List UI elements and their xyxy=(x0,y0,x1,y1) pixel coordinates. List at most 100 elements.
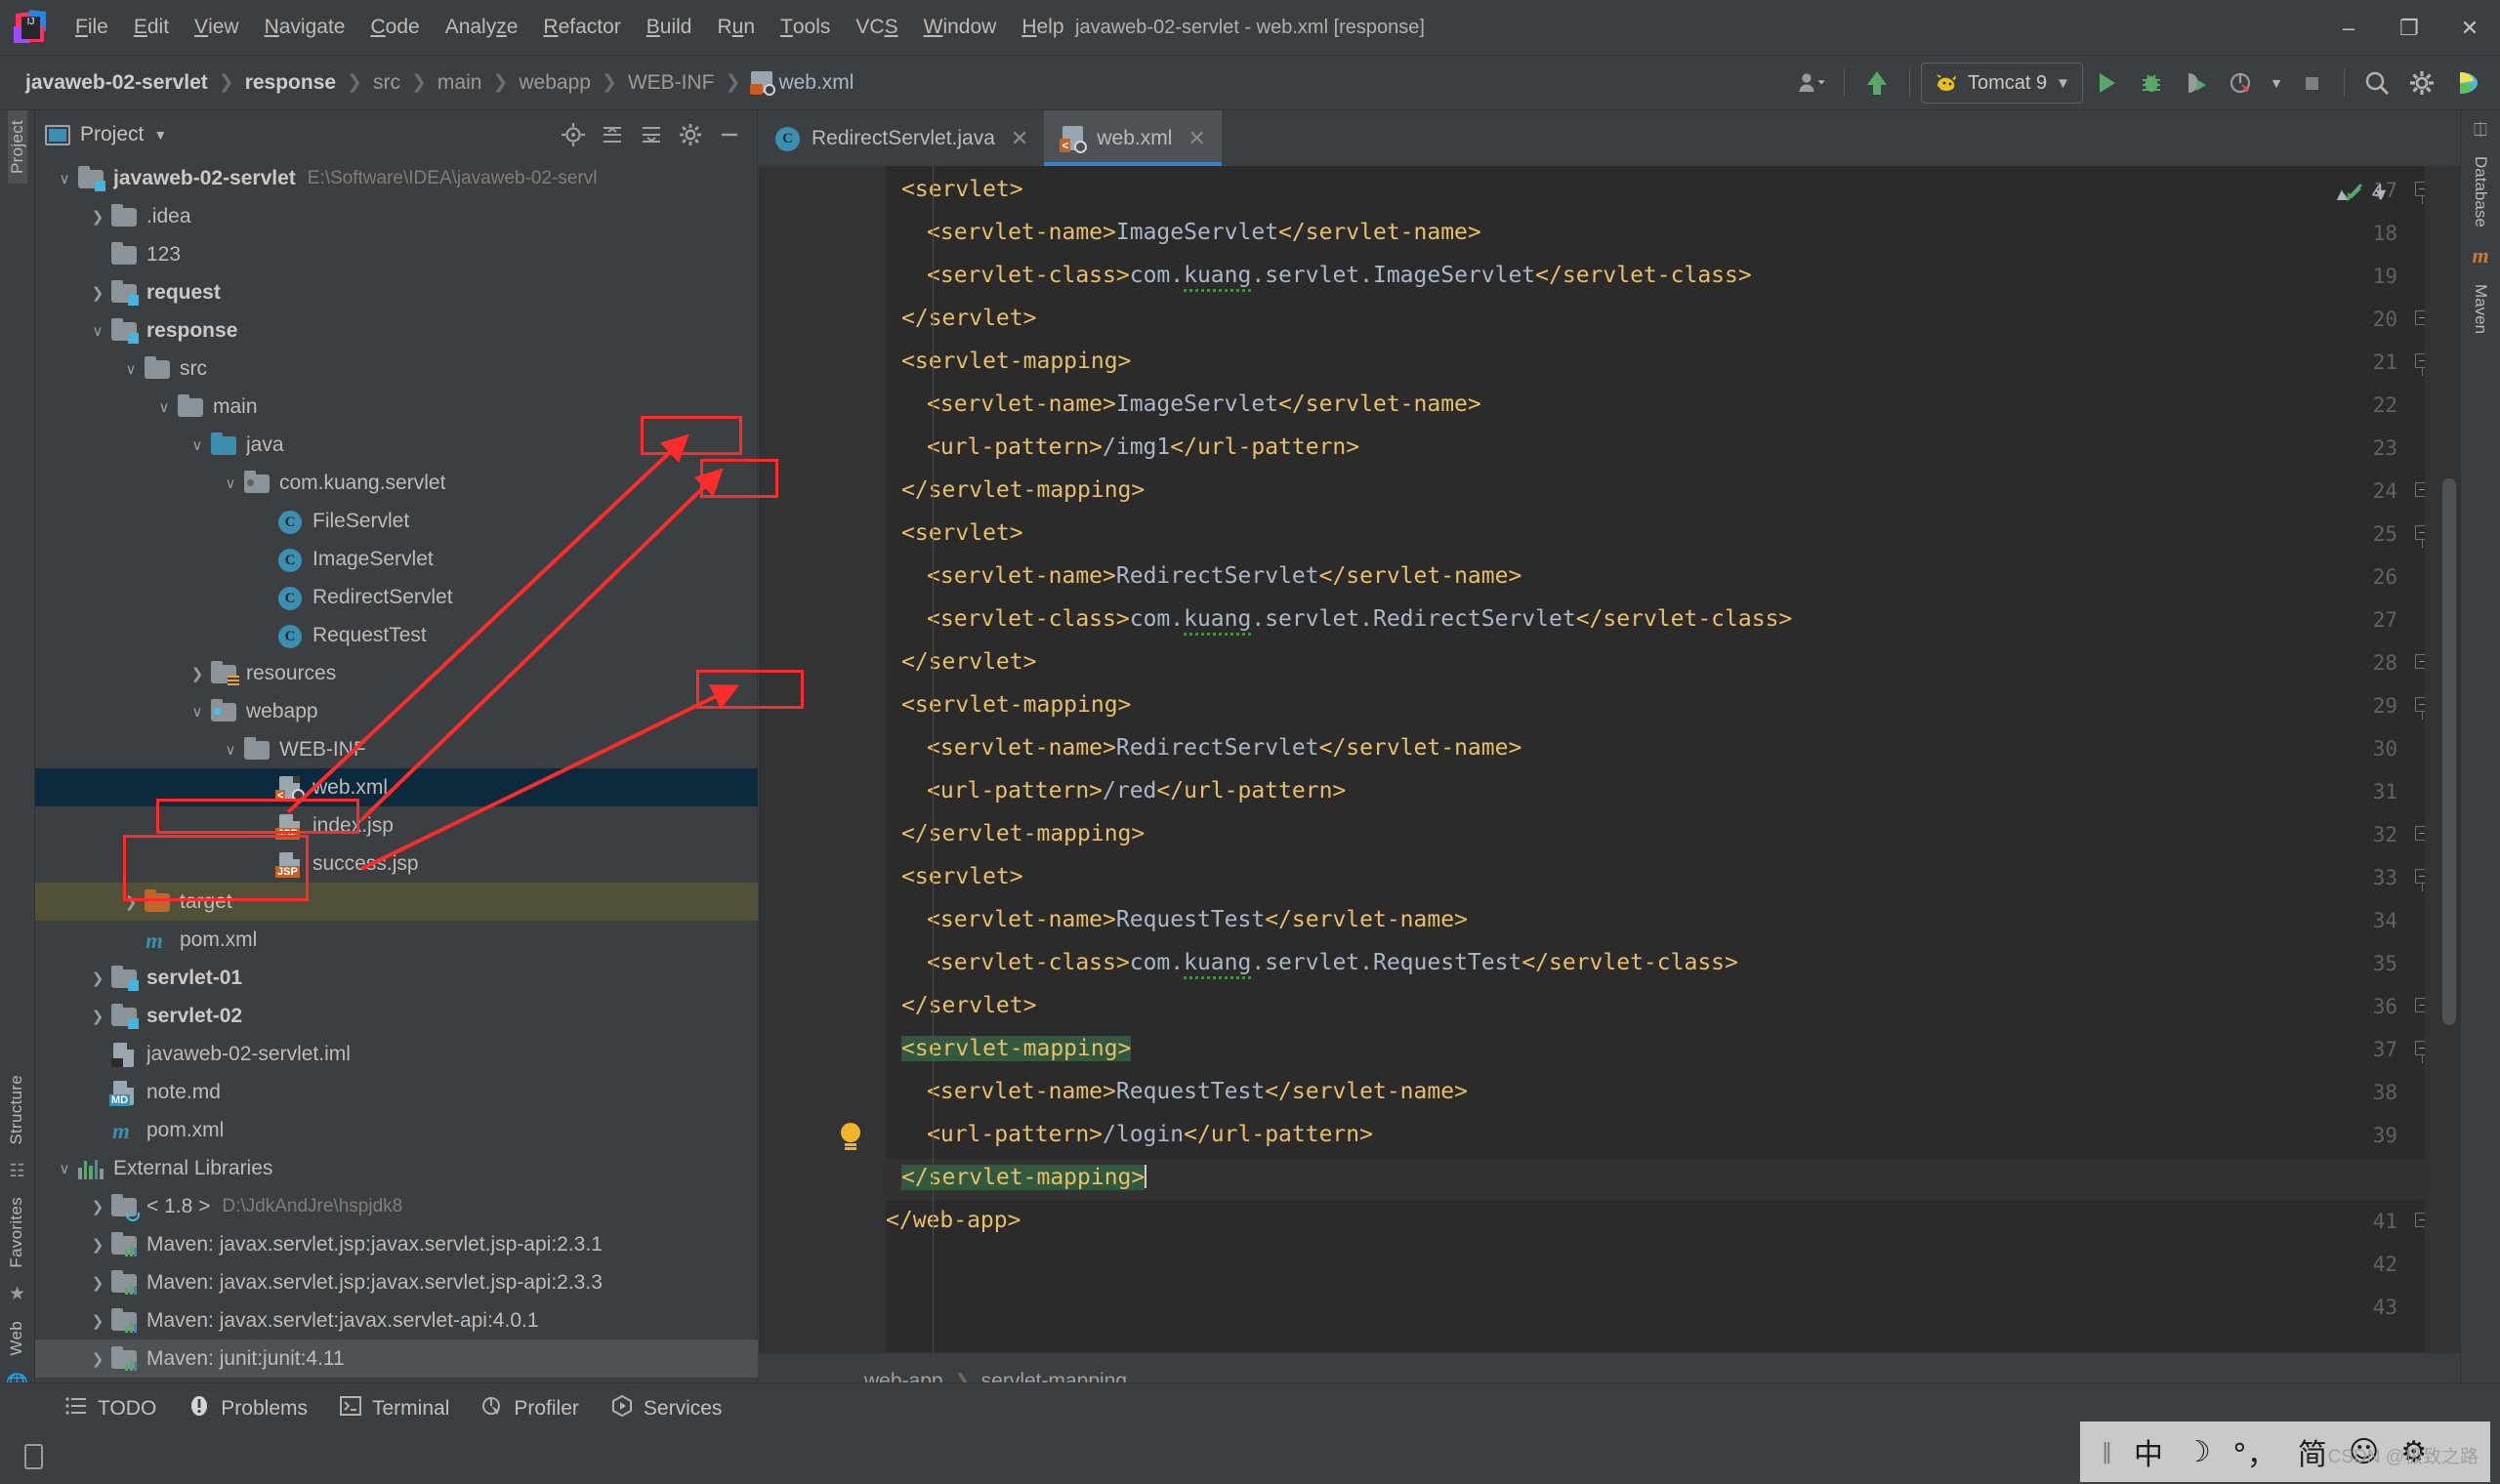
tree-node-success.jsp[interactable]: JSP success.jsp xyxy=(35,845,758,883)
tree-node-maven--javax.servlet.jsp-javax.servlet.jsp-api-2.3.3[interactable]: ❯ Maven: javax.servlet.jsp:javax.servlet.… xyxy=(35,1263,758,1301)
editor-scrollbar-thumb[interactable] xyxy=(2442,478,2456,1025)
code-line-37[interactable]: <servlet-mapping> xyxy=(901,1036,1132,1062)
tree-node-java[interactable]: ∨ java xyxy=(35,426,758,464)
tree-node-javaweb-02-servlet.iml[interactable]: javaweb-02-servlet.iml xyxy=(35,1035,758,1073)
ime-punctuation-icon[interactable]: °， xyxy=(2232,1430,2276,1473)
editor-tab-redirectservlet-java[interactable]: C RedirectServlet.java ✕ xyxy=(759,110,1044,166)
ime-moon-icon[interactable]: ☽ xyxy=(2185,1435,2211,1469)
menu-code[interactable]: Code xyxy=(357,0,432,55)
ime-mode-chinese[interactable]: 中 xyxy=(2134,1430,2163,1473)
tree-node-servlet-01[interactable]: ❯ servlet-01 xyxy=(35,959,758,997)
tree-node-requesttest[interactable]: C RequestTest xyxy=(35,616,758,654)
tree-node-com.kuang.servlet[interactable]: ∨ com.kuang.servlet xyxy=(35,464,758,502)
run-coverage-icon[interactable] xyxy=(2175,62,2218,104)
tree-node-src[interactable]: ∨ src xyxy=(35,350,758,388)
code-line-32[interactable]: </servlet-mapping> xyxy=(901,821,1145,847)
tree-node-pom.xml[interactable]: m pom.xml xyxy=(35,921,758,959)
tool-window-database[interactable]: Database xyxy=(2471,156,2490,227)
chevron-down-icon[interactable]: ▼ xyxy=(2265,62,2288,104)
editor-tab-web-xml[interactable]: < web.xml ✕ xyxy=(1044,110,1223,166)
code-line-29[interactable]: <servlet-mapping> xyxy=(901,692,1131,719)
tree-node---1.8--[interactable]: ❯ < 1.8 > D:\JdkAndJre\hspjdk8 xyxy=(35,1187,758,1225)
window-controls[interactable]: – ❐ ✕ xyxy=(2318,0,2500,56)
chevron-down-icon[interactable]: ∨ xyxy=(86,322,109,340)
run-icon[interactable] xyxy=(2085,62,2128,104)
bottom-tab-services[interactable]: Services xyxy=(595,1383,738,1433)
menu-refactor[interactable]: Refactor xyxy=(530,0,633,55)
chevron-down-icon[interactable]: ∨ xyxy=(53,1160,76,1177)
prev-problem-icon[interactable]: ▲ xyxy=(2327,180,2356,209)
code-line-19[interactable]: <servlet-class>com.kuang.servlet.ImageSe… xyxy=(927,263,1752,292)
tree-node-note.md[interactable]: MD note.md xyxy=(35,1073,758,1111)
tree-node-request[interactable]: ❯ request xyxy=(35,273,758,311)
profile-icon[interactable] xyxy=(2220,62,2263,104)
hide-icon[interactable] xyxy=(712,117,747,152)
code-line-20[interactable]: </servlet> xyxy=(901,306,1036,332)
chevron-down-icon[interactable]: ∨ xyxy=(119,360,143,378)
vcs-update-icon[interactable] xyxy=(1855,62,1898,104)
tool-window-favorites[interactable]: Favorites xyxy=(7,1187,26,1278)
chevron-right-icon[interactable]: ❯ xyxy=(86,969,109,987)
tree-node-maven--junit-junit-4.11[interactable]: ❯ Maven: junit:junit:4.11 xyxy=(35,1340,758,1378)
code-line-23[interactable]: <url-pattern>/img1</url-pattern> xyxy=(927,434,1359,461)
bottom-tab-todo[interactable]: TODO xyxy=(49,1383,172,1433)
editor-tab-bar[interactable]: C RedirectServlet.java ✕ < web.xml ✕ xyxy=(759,110,2460,166)
project-tree[interactable]: ∨ javaweb-02-servlet E:\Software\IDEA\java… xyxy=(35,159,758,1409)
tree-node-web.xml[interactable]: < web.xml xyxy=(35,768,758,806)
chevron-down-icon[interactable]: ▼ xyxy=(153,127,167,143)
menu-vcs[interactable]: VC S xyxy=(843,0,910,55)
chevron-right-icon[interactable]: ❯ xyxy=(86,1312,109,1330)
menu-navigate[interactable]: Navigate xyxy=(252,0,358,55)
settings-gear-icon[interactable] xyxy=(2400,62,2443,104)
tree-node-webapp[interactable]: ∨ webapp xyxy=(35,692,758,730)
menu-tools[interactable]: Tools xyxy=(768,0,843,55)
tree-node-fileservlet[interactable]: C FileServlet xyxy=(35,502,758,540)
next-problem-icon[interactable]: ▼ xyxy=(2366,180,2396,209)
chevron-right-icon[interactable]: ❯ xyxy=(86,208,109,226)
chevron-right-icon[interactable]: ❯ xyxy=(186,665,209,682)
code-line-34[interactable]: <servlet-name>RequestTest</servlet-name> xyxy=(927,907,1468,933)
tool-window-web[interactable]: Web xyxy=(7,1311,26,1366)
code-line-22[interactable]: <servlet-name>ImageServlet</servlet-name… xyxy=(927,392,1481,418)
breadcrumb-item-web-xml[interactable]: web.xml xyxy=(747,69,857,97)
debug-icon[interactable] xyxy=(2130,62,2173,104)
code-line-35[interactable]: <servlet-class>com.kuang.servlet.Request… xyxy=(927,950,1738,979)
chevron-down-icon[interactable]: ∨ xyxy=(152,398,176,416)
code-line-41[interactable]: </web-app> xyxy=(886,1208,1021,1234)
close-icon[interactable]: ✕ xyxy=(1188,126,1205,151)
code-line-28[interactable]: </servlet> xyxy=(901,649,1036,676)
tree-node-maven--javax.servlet.jsp-javax.servlet.jsp-api-2.3.1[interactable]: ❯ Maven: javax.servlet.jsp:javax.servlet.… xyxy=(35,1225,758,1263)
idea-help-icon[interactable] xyxy=(2445,62,2488,104)
tool-window-project[interactable]: Project xyxy=(7,110,27,185)
settings-icon[interactable] xyxy=(673,117,708,152)
bottom-tab-problems[interactable]: Problems xyxy=(172,1383,323,1433)
menu-bar[interactable]: File Edit View Navigate Code Analy z e Refactor B… xyxy=(62,0,1077,55)
menu-window[interactable]: Window xyxy=(911,0,1010,55)
menu-edit[interactable]: Edit xyxy=(121,0,182,55)
menu-run[interactable]: Run xyxy=(705,0,769,55)
breadcrumb-item-src[interactable]: src xyxy=(369,69,404,97)
code-line-18[interactable]: <servlet-name>ImageServlet</servlet-name… xyxy=(927,220,1481,246)
chevron-right-icon[interactable]: ❯ xyxy=(86,1198,109,1216)
code-line-31[interactable]: <url-pattern>/red</url-pattern> xyxy=(927,778,1346,804)
tree-node-.idea[interactable]: ❯ .idea xyxy=(35,197,758,235)
code-line-24[interactable]: </servlet-mapping> xyxy=(901,477,1145,504)
editor-gutter[interactable] xyxy=(759,166,886,1352)
menu-file[interactable]: File xyxy=(62,0,121,55)
menu-analyze[interactable]: Analy z e xyxy=(433,0,531,55)
code-line-27[interactable]: <servlet-class>com.kuang.servlet.Redirec… xyxy=(927,606,1792,636)
collapse-all-icon[interactable] xyxy=(595,117,630,152)
user-dropdown-icon[interactable] xyxy=(1790,62,1833,104)
tree-node-external-libraries[interactable]: ∨ External Libraries xyxy=(35,1149,758,1187)
tool-window-maven[interactable]: Maven xyxy=(2471,284,2490,334)
tree-node-web-inf[interactable]: ∨ WEB-INF xyxy=(35,730,758,768)
code-line-17[interactable]: <servlet> xyxy=(901,177,1023,203)
tree-node-servlet-02[interactable]: ❯ servlet-02 xyxy=(35,997,758,1035)
close-button[interactable]: ✕ xyxy=(2439,0,2500,56)
tree-node-javaweb-02-servlet[interactable]: ∨ javaweb-02-servlet E:\Software\IDEA\java… xyxy=(35,159,758,197)
stop-icon[interactable] xyxy=(2290,62,2333,104)
tree-node-123[interactable]: 123 xyxy=(35,235,758,273)
code-line-39[interactable]: <url-pattern>/login</url-pattern> xyxy=(927,1122,1373,1148)
tree-node-target[interactable]: ❯ target xyxy=(35,883,758,921)
chevron-right-icon[interactable]: ❯ xyxy=(86,1274,109,1292)
